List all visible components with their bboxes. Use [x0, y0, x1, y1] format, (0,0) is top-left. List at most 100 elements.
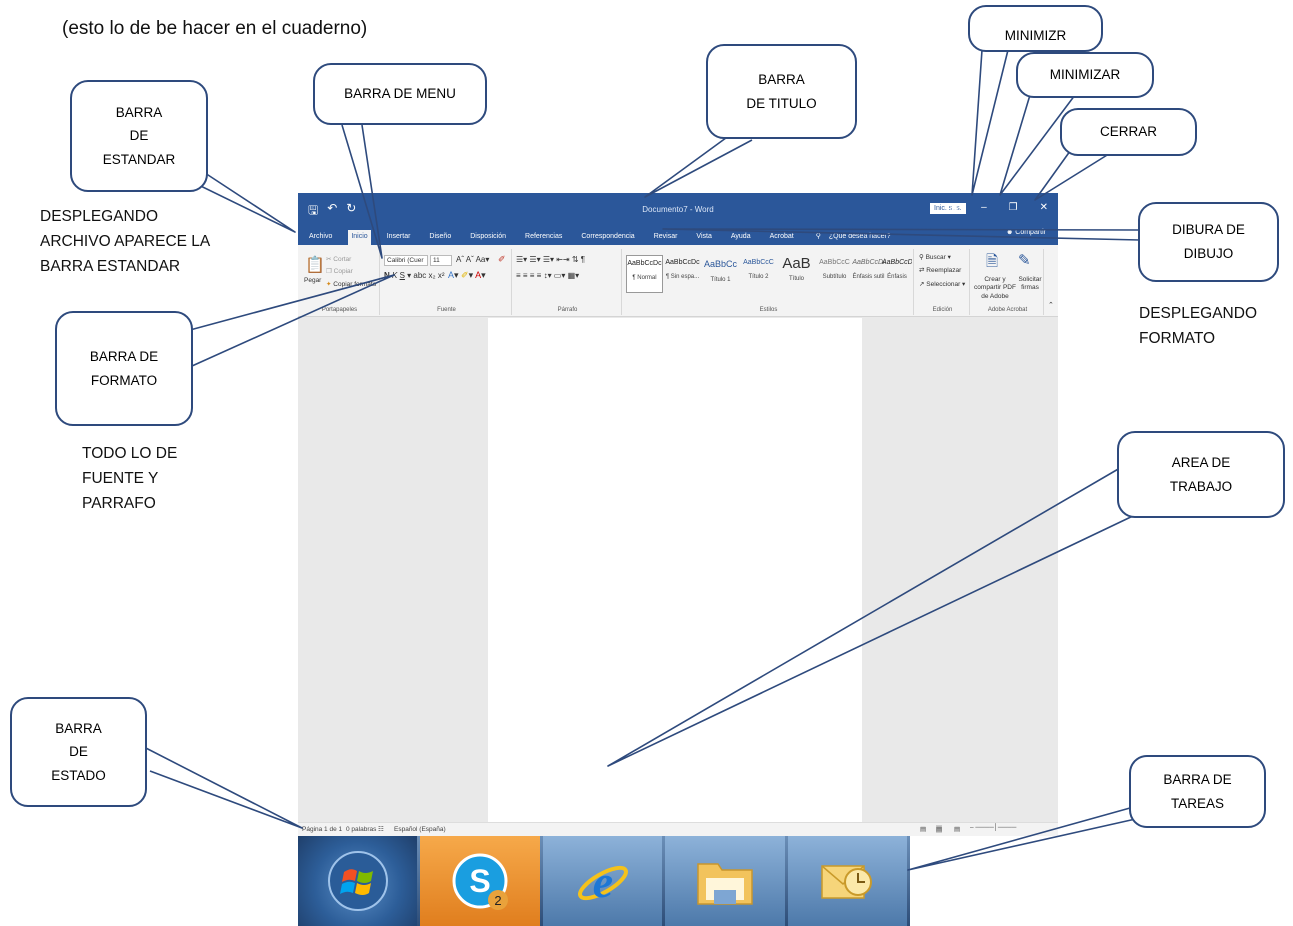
style-title[interactable]: AaB Título — [778, 255, 815, 293]
word-count[interactable]: 0 palabras — [346, 826, 376, 833]
callout-line: DIBURA DE — [1172, 222, 1245, 238]
style-name: Título — [788, 276, 804, 282]
note-line: ARCHIVO APARECE LA — [40, 232, 211, 250]
tell-me-box[interactable]: ⚲ ¿Qué desea hacer? — [810, 229, 897, 245]
style-sample: AaBbCcC — [819, 259, 850, 266]
minimize-icon[interactable]: – — [981, 202, 987, 213]
color-buttons[interactable]: A▾ ✐▾ A▾ — [448, 270, 486, 281]
scissors-icon: ✂ — [326, 256, 332, 263]
note-line: FUENTE Y — [82, 469, 159, 487]
tab-vista[interactable]: Vista — [693, 230, 714, 245]
collapse-ribbon-icon[interactable]: ⌃ — [1048, 301, 1054, 309]
proofing-icon[interactable]: ☷ — [378, 825, 384, 833]
signature-icon[interactable]: ✎ — [1018, 251, 1031, 269]
tab-ayuda[interactable]: Ayuda — [728, 230, 754, 245]
callout-line: BARRA DE — [89, 348, 159, 364]
group-paragraph: ☰▾ ☰▾ ☰▾ ⇤⇥ ⇅ ¶ ≡ ≡ ≡ ≡ ↕▾ ▭▾ ▦▾ Párrafo — [514, 249, 622, 315]
replace-icon: ⇄ — [919, 267, 925, 274]
font-name-select[interactable]: Calibri (Cuer — [384, 255, 428, 266]
group-font: Calibri (Cuer 11 Aˆ Aˇ Aa▾ ✐ N K S ▾ abc… — [382, 249, 512, 315]
request-signatures-button[interactable]: Solicitar firmas — [1016, 276, 1044, 293]
style-no-spacing[interactable]: AaBbCcDc ¶ Sin espa... — [664, 255, 701, 293]
style-normal[interactable]: AaBbCcDc ¶ Normal — [626, 255, 663, 293]
callout-line: DE — [69, 744, 88, 760]
windows-explorer-button[interactable] — [665, 836, 785, 926]
tab-insertar[interactable]: Insertar — [384, 230, 414, 245]
copy-button[interactable]: ❐ Copiar — [326, 267, 353, 275]
callout-line: BARRA DE MENU — [344, 86, 456, 102]
callout-line: MINIMIZR — [1004, 28, 1067, 44]
style-name: Título 2 — [748, 274, 769, 280]
callout-area-trabajo: AREA DE TRABAJO — [1117, 431, 1285, 518]
tab-diseno[interactable]: Diseño — [426, 230, 454, 245]
internet-explorer-button[interactable]: e — [542, 836, 663, 926]
note-line: FORMATO — [1139, 329, 1216, 347]
tab-referencias[interactable]: Referencias — [522, 230, 565, 245]
format-buttons[interactable]: N K S ▾ abc x₂ x² — [384, 271, 445, 280]
style-heading2[interactable]: AaBbCcC Título 2 — [740, 255, 777, 293]
web-layout-icon[interactable]: ▤ — [954, 825, 960, 833]
person-icon: ☻ — [1005, 229, 1014, 236]
share-button[interactable]: ☻ Compartir — [1006, 229, 1046, 236]
ribbon-display-icon[interactable]: ▣ — [950, 202, 959, 213]
find-button[interactable]: ⚲ Buscar ▾ — [919, 253, 951, 261]
callout-cerrar: CERRAR — [1060, 108, 1197, 156]
callout-line: TRABAJO — [1169, 478, 1233, 494]
callout-barra-titulo: BARRA DE TITULO — [706, 44, 857, 139]
tab-inicio[interactable]: Inicio — [348, 230, 371, 245]
font-grow-shrink[interactable]: Aˆ Aˇ Aa▾ — [456, 255, 489, 264]
paste-icon[interactable]: 📋 — [305, 255, 325, 275]
format-painter-button[interactable]: ✦ Copiar formato — [326, 280, 376, 288]
group-label: Edición — [932, 307, 953, 313]
font-size-select[interactable]: 11 — [430, 255, 452, 266]
cursor-icon: ↗ — [919, 281, 925, 288]
list-buttons[interactable]: ☰▾ ☰▾ ☰▾ ⇤⇥ ⇅ ¶ — [516, 255, 585, 264]
paste-button[interactable]: Pegar — [304, 277, 321, 284]
document-page[interactable] — [488, 318, 862, 822]
create-pdf-button[interactable]: Crear y compartir PDF de Adobe — [972, 276, 1018, 301]
callout-line: FORMATO — [90, 372, 158, 388]
style-name: Énfasis — [887, 274, 907, 280]
search-icon: ⚲ — [919, 254, 924, 261]
read-mode-icon[interactable]: ▤ — [920, 825, 926, 833]
select-button[interactable]: ↗ Seleccionar ▾ — [919, 280, 965, 288]
start-button[interactable] — [298, 836, 418, 926]
style-sample: AaBbCcDc — [627, 260, 662, 267]
style-name: Título 1 — [710, 277, 731, 283]
pdf-icon[interactable]: 🗎 — [986, 251, 998, 276]
group-label: Párrafo — [557, 307, 578, 313]
zoom-slider[interactable]: – ────│──── — [970, 824, 1016, 831]
windows-explorer-icon — [697, 863, 753, 905]
outlook-button[interactable] — [787, 836, 908, 926]
tab-disposicion[interactable]: Disposición — [467, 230, 509, 245]
tab-correspondencia[interactable]: Correspondencia — [578, 230, 637, 245]
copy-icon: ❐ — [326, 268, 332, 275]
menu-bar: Archivo Inicio Insertar Diseño Disposici… — [298, 225, 1058, 245]
title-bar: 🖫 ↶ ↻ Documento7 - Word Inic. ses. ▣ – ❐… — [298, 193, 1058, 225]
style-subtitle[interactable]: AaBbCcC Subtítulo — [816, 255, 853, 293]
restore-icon[interactable]: ❐ — [1009, 202, 1018, 213]
style-emphasis[interactable]: AaBbCcDi Énfasis — [882, 255, 912, 293]
close-icon[interactable]: ✕ — [1040, 202, 1048, 213]
page-count[interactable]: Página 1 de 1 — [302, 826, 342, 833]
callout-barra-formato: BARRA DE FORMATO — [55, 311, 193, 426]
callout-barra-menu: BARRA DE MENU — [313, 63, 487, 125]
tab-acrobat[interactable]: Acrobat — [767, 230, 797, 245]
tab-archivo[interactable]: Archivo — [306, 230, 335, 245]
align-buttons[interactable]: ≡ ≡ ≡ ≡ ↕▾ ▭▾ ▦▾ — [516, 271, 579, 280]
tab-revisar[interactable]: Revisar — [651, 230, 681, 245]
outlook-icon — [821, 865, 873, 899]
svg-text:S: S — [469, 863, 490, 899]
leader-minimizr — [971, 49, 1009, 196]
callout-barra-estandar: BARRA DE ESTANDAR — [70, 80, 208, 192]
replace-button[interactable]: ⇄ Reemplazar — [919, 266, 961, 274]
clear-format-icon[interactable]: ✐ — [498, 254, 506, 265]
language-status[interactable]: Español (España) — [394, 826, 446, 833]
callout-line: DE TITULO — [746, 95, 817, 111]
print-layout-icon[interactable]: ▤ — [936, 825, 943, 833]
skype-button[interactable]: S 2 — [420, 836, 540, 926]
callout-line: DE — [129, 128, 149, 144]
style-name: ¶ Sin espa... — [665, 274, 700, 280]
cut-button[interactable]: ✂ Cortar — [326, 255, 351, 263]
style-heading1[interactable]: AaBbCc Título 1 — [702, 255, 739, 293]
